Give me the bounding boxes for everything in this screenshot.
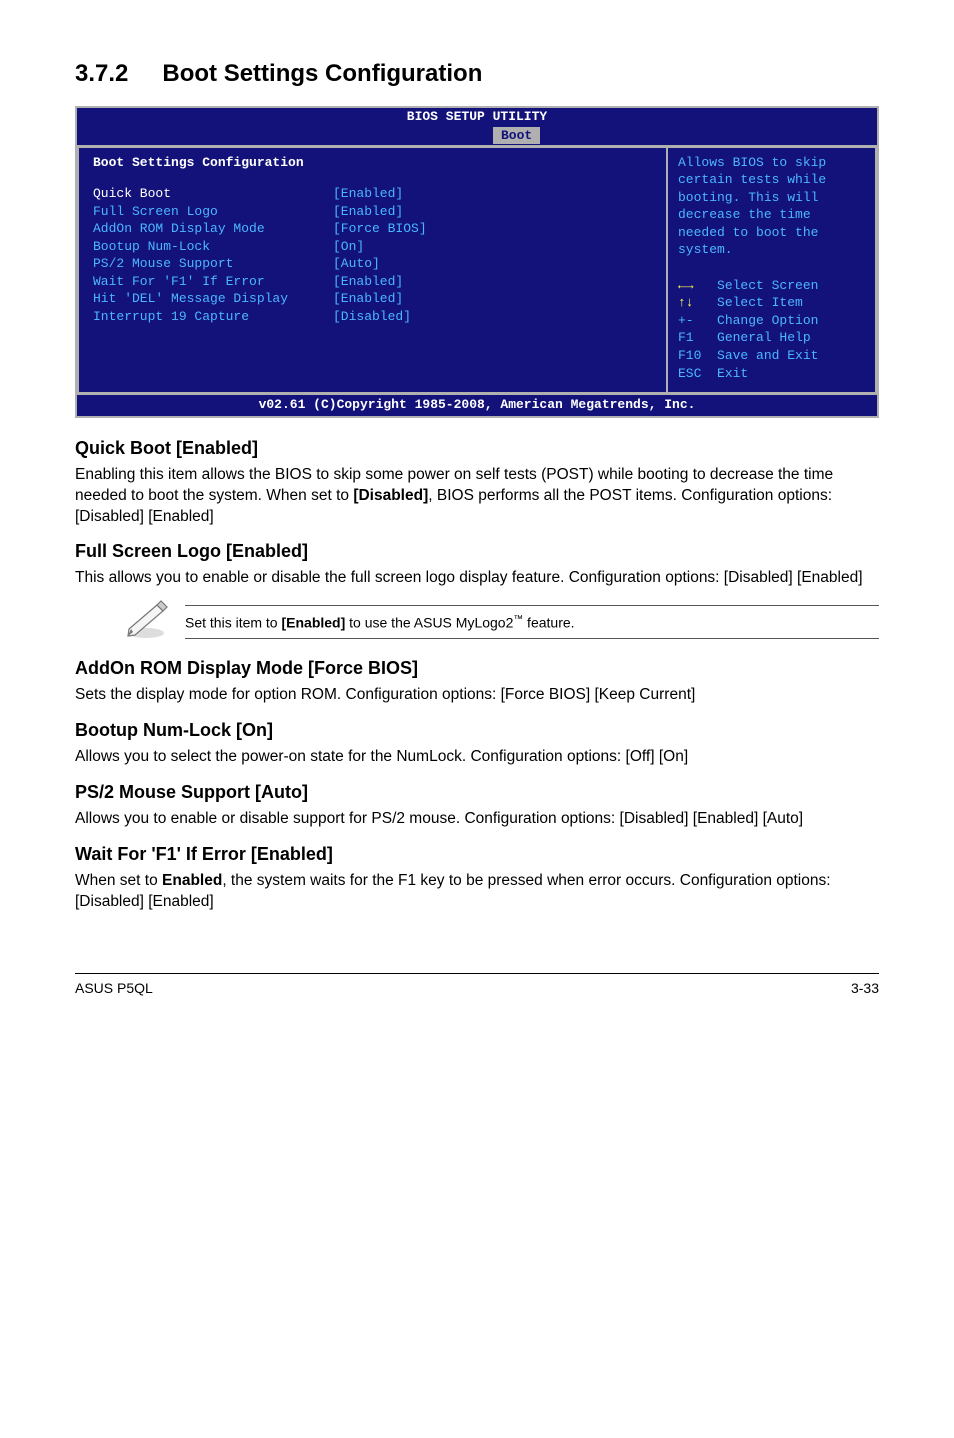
bios-setting-value: [Enabled]: [333, 185, 403, 203]
section-number: 3.7.2: [75, 60, 128, 87]
footer-left: ASUS P5QL: [75, 980, 153, 996]
bios-setting-value: [Enabled]: [333, 203, 403, 221]
bios-main-panel: Boot Settings Configuration Quick Boot[E…: [77, 146, 667, 395]
bios-key-row: F1 General Help: [678, 329, 865, 347]
para-wait-f1: When set to Enabled, the system waits fo…: [75, 871, 879, 913]
para-full-screen-logo: This allows you to enable or disable the…: [75, 568, 879, 589]
note-block: Set this item to [Enabled] to use the AS…: [123, 599, 879, 644]
bios-footer: v02.61 (C)Copyright 1985-2008, American …: [77, 394, 877, 416]
bios-key-legend: ←→ Select Screen↑↓ Select Item+- Change …: [678, 277, 865, 382]
bios-setting-label: Bootup Num-Lock: [93, 238, 333, 256]
heading-ps2-mouse: PS/2 Mouse Support [Auto]: [75, 782, 879, 803]
bios-setting-value: [On]: [333, 238, 364, 256]
section-title: 3.7.2 Boot Settings Configuration: [75, 60, 879, 88]
text: Set this item to: [185, 614, 281, 630]
bios-setting-value: [Force BIOS]: [333, 220, 427, 238]
heading-quick-boot: Quick Boot [Enabled]: [75, 438, 879, 459]
footer-right: 3-33: [851, 980, 879, 996]
bios-key-row: ESC Exit: [678, 365, 865, 383]
bios-key-row: +- Change Option: [678, 312, 865, 330]
para-numlock: Allows you to select the power-on state …: [75, 747, 879, 768]
pencil-note-icon: [123, 599, 169, 644]
bios-setting-value: [Enabled]: [333, 290, 403, 308]
bios-setting-label: Interrupt 19 Capture: [93, 308, 333, 326]
bios-setting-row: Full Screen Logo[Enabled]: [93, 203, 652, 221]
bios-setting-label: Quick Boot: [93, 185, 333, 203]
bios-setting-label: Hit 'DEL' Message Display: [93, 290, 333, 308]
bios-setting-row: Quick Boot[Enabled]: [93, 185, 652, 203]
bios-setting-value: [Auto]: [333, 255, 380, 273]
bios-setting-row: Wait For 'F1' If Error[Enabled]: [93, 273, 652, 291]
bios-setting-label: AddOn ROM Display Mode: [93, 220, 333, 238]
bios-setting-value: [Disabled]: [333, 308, 411, 326]
para-quick-boot: Enabling this item allows the BIOS to sk…: [75, 465, 879, 528]
bios-key-row: F10 Save and Exit: [678, 347, 865, 365]
heading-full-screen-logo: Full Screen Logo [Enabled]: [75, 541, 879, 562]
bios-setting-row: AddOn ROM Display Mode[Force BIOS]: [93, 220, 652, 238]
bios-active-tab: Boot: [493, 127, 540, 145]
para-addon-rom: Sets the display mode for option ROM. Co…: [75, 685, 879, 706]
heading-numlock: Bootup Num-Lock [On]: [75, 720, 879, 741]
bios-help-text: Allows BIOS to skip certain tests while …: [678, 154, 865, 259]
text-bold: [Disabled]: [353, 487, 428, 504]
page-footer: ASUS P5QL 3-33: [75, 973, 879, 996]
bios-setting-label: Full Screen Logo: [93, 203, 333, 221]
text: to use the ASUS MyLogo2: [345, 614, 513, 630]
bios-help-panel: Allows BIOS to skip certain tests while …: [667, 146, 877, 395]
bios-setting-row: Interrupt 19 Capture[Disabled]: [93, 308, 652, 326]
text-bold: [Enabled]: [281, 614, 345, 630]
bios-screenshot: BIOS SETUP UTILITY Boot Boot Settings Co…: [75, 106, 879, 418]
bios-setting-label: PS/2 Mouse Support: [93, 255, 333, 273]
note-text: Set this item to [Enabled] to use the AS…: [185, 605, 879, 640]
bios-setting-label: Wait For 'F1' If Error: [93, 273, 333, 291]
bios-setting-row: PS/2 Mouse Support[Auto]: [93, 255, 652, 273]
heading-wait-f1: Wait For 'F1' If Error [Enabled]: [75, 844, 879, 865]
bios-key-row: ↑↓ Select Item: [678, 294, 865, 312]
text: When set to: [75, 872, 162, 889]
text-bold: Enabled: [162, 872, 222, 889]
section-heading-text: Boot Settings Configuration: [162, 60, 482, 87]
bios-title: BIOS SETUP UTILITY: [77, 108, 877, 127]
heading-addon-rom: AddOn ROM Display Mode [Force BIOS]: [75, 658, 879, 679]
bios-panel-title: Boot Settings Configuration: [93, 154, 652, 172]
text: feature.: [523, 614, 574, 630]
bios-setting-row: Bootup Num-Lock[On]: [93, 238, 652, 256]
bios-tab-bar: Boot: [77, 127, 877, 145]
bios-setting-value: [Enabled]: [333, 273, 403, 291]
para-ps2-mouse: Allows you to enable or disable support …: [75, 809, 879, 830]
bios-key-row: ←→ Select Screen: [678, 277, 865, 295]
bios-setting-row: Hit 'DEL' Message Display[Enabled]: [93, 290, 652, 308]
